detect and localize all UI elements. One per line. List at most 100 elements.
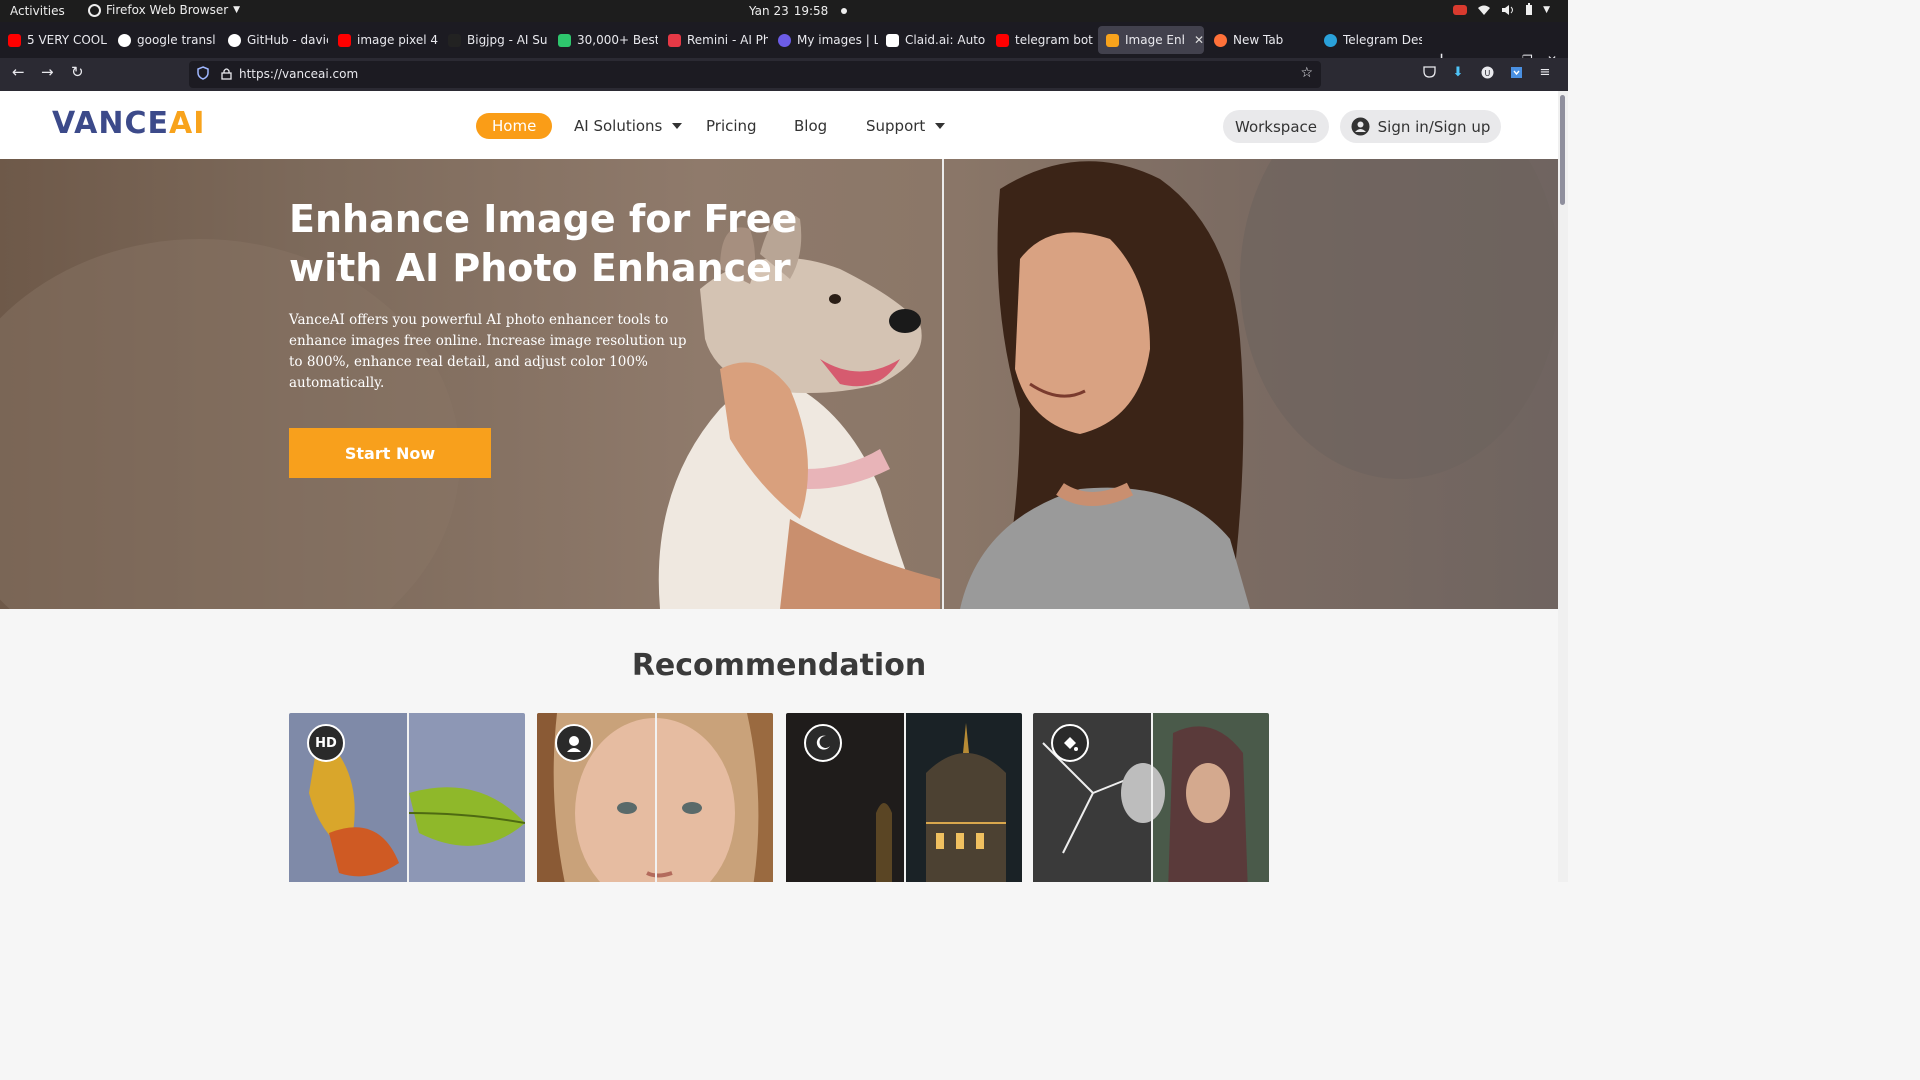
github-icon	[228, 33, 241, 47]
pixabay-icon	[558, 33, 571, 47]
tab-image-enhancer[interactable]: Image Enha ✕	[1098, 26, 1204, 54]
hero-description: VanceAI offers you powerful AI photo enh…	[289, 312, 687, 391]
logo-text-vance: VANCE	[52, 106, 170, 141]
recommendation-card-colorize[interactable]	[1033, 713, 1269, 882]
start-now-label: Start Now	[344, 443, 436, 463]
site-header: VANCEAI Home AI Solutions Pricing Blog S…	[0, 91, 1558, 159]
shield-icon[interactable]	[197, 66, 209, 80]
navigation-bar: ← → ↻ https://vanceai.com ☆ ⬇ U ≡	[0, 58, 1568, 91]
url-bar[interactable]: https://vanceai.com ☆	[189, 61, 1321, 88]
card-divider	[1151, 713, 1153, 882]
before-after-divider[interactable]	[942, 159, 944, 609]
wifi-icon	[1478, 5, 1491, 15]
hero-banner: Enhance Image for Free with AI Photo Enh…	[0, 159, 1558, 609]
system-tray[interactable]: ▼	[1453, 3, 1550, 16]
hd-icon: HD	[307, 724, 345, 762]
youtube-icon	[8, 33, 21, 47]
volume-icon	[1502, 4, 1514, 15]
url-text[interactable]: https://vanceai.com	[239, 67, 358, 81]
activities-button[interactable]: Activities	[10, 4, 65, 18]
app-menu[interactable]: Firefox Web Browser ▼	[88, 3, 240, 17]
clock-date: Yan 23	[749, 4, 789, 18]
caret-down-icon	[935, 123, 946, 129]
lock-icon[interactable]	[221, 67, 232, 80]
screen-record-icon	[1453, 4, 1468, 15]
firefox-icon	[1214, 33, 1227, 47]
nav-support-label: Support	[866, 117, 926, 135]
recommendation-card-night[interactable]	[786, 713, 1022, 882]
nav-ai-solutions-label: AI Solutions	[574, 117, 663, 135]
page-scrollbar[interactable]	[1558, 91, 1568, 882]
battery-icon	[1526, 3, 1533, 15]
google-icon	[118, 33, 131, 47]
nav-blog[interactable]: Blog	[794, 113, 827, 139]
tab-label: Bigjpg - AI Su	[467, 33, 548, 47]
tab-label: GitHub - davic	[247, 33, 328, 47]
tab-label: Telegram Des	[1343, 33, 1422, 47]
tab-image-pixel[interactable]: image pixel 4	[330, 26, 438, 54]
nav-pricing[interactable]: Pricing	[706, 113, 757, 139]
colorize-icon	[1051, 724, 1089, 762]
tab-label: Claid.ai: Auto	[905, 33, 986, 47]
user-avatar-icon	[1351, 117, 1370, 136]
pocket-icon[interactable]	[1422, 65, 1436, 79]
tab-pixabay[interactable]: 30,000+ Best	[550, 26, 658, 54]
recommendation-card-hd[interactable]: HD	[289, 713, 525, 882]
scrollbar-thumb[interactable]	[1560, 95, 1565, 205]
tab-label: google transl	[137, 33, 216, 47]
tab-label: New Tab	[1233, 33, 1284, 47]
card-divider	[904, 713, 906, 882]
ublock-icon[interactable]: U	[1480, 65, 1494, 79]
clock[interactable]: Yan 23 19:58	[749, 4, 848, 18]
extension-save-icon[interactable]	[1509, 65, 1523, 79]
tab-new-tab[interactable]: New Tab	[1206, 26, 1314, 54]
portrait-icon	[555, 724, 593, 762]
tab-bigjpg[interactable]: Bigjpg - AI Su	[440, 26, 548, 54]
nav-home[interactable]: Home	[476, 113, 553, 139]
telegram-icon	[1324, 33, 1337, 47]
bookmark-star-icon[interactable]: ☆	[1300, 65, 1313, 81]
logo-text-ai: AI	[169, 106, 206, 141]
sign-in-button[interactable]: Sign in/Sign up	[1340, 110, 1501, 143]
letsenhance-icon	[778, 33, 791, 47]
firefox-icon	[88, 3, 101, 17]
nav-support[interactable]: Support	[866, 113, 946, 139]
back-button[interactable]: ←	[12, 65, 25, 80]
downloads-icon[interactable]: ⬇	[1451, 65, 1465, 80]
workspace-button[interactable]: Workspace	[1223, 110, 1329, 143]
tab-remini[interactable]: Remini - AI Ph	[660, 26, 768, 54]
tab-claid[interactable]: Claid.ai: Auto	[878, 26, 986, 54]
tab-google-translate[interactable]: google transl	[110, 26, 218, 54]
start-now-button[interactable]: Start Now	[289, 428, 491, 478]
reload-button[interactable]: ↻	[71, 65, 84, 80]
tab-label: Image Enha	[1125, 33, 1184, 47]
hamburger-menu-icon[interactable]: ≡	[1538, 65, 1552, 80]
clock-time: 19:58	[793, 4, 829, 18]
tab-telegram-desktop[interactable]: Telegram Des	[1316, 26, 1422, 54]
hd-badge-label: HD	[315, 735, 337, 751]
tab-my-images[interactable]: My images | L	[770, 26, 878, 54]
app-name: Firefox Web Browser	[106, 3, 229, 17]
workspace-label: Workspace	[1235, 117, 1317, 136]
bigjpg-icon	[448, 33, 461, 47]
vanceai-logo[interactable]: VANCEAI	[52, 106, 205, 141]
tab-label: telegram bot	[1015, 33, 1093, 47]
tab-5-very-cool[interactable]: 5 VERY COOL	[0, 26, 110, 54]
tab-label: 5 VERY COOL	[27, 33, 107, 47]
nav-ai-solutions[interactable]: AI Solutions	[574, 113, 683, 139]
web-page: VANCEAI Home AI Solutions Pricing Blog S…	[0, 91, 1558, 882]
nav-blog-label: Blog	[794, 117, 828, 135]
system-top-bar: Activities Firefox Web Browser ▼ Yan 23 …	[0, 0, 1568, 22]
svg-text:U: U	[1484, 69, 1490, 78]
hero-title: Enhance Image for Free with AI Photo Enh…	[289, 197, 798, 290]
chevron-down-icon: ▼	[1543, 4, 1550, 15]
tab-strip: 5 VERY COOL google transl GitHub - davic…	[0, 22, 1568, 69]
claid-icon	[886, 33, 899, 47]
tab-telegram-bot[interactable]: telegram bot	[988, 26, 1096, 54]
tab-label: My images | L	[797, 33, 878, 47]
forward-button[interactable]: →	[41, 65, 54, 80]
recommendation-card-portrait[interactable]	[537, 713, 773, 882]
vanceai-icon	[1106, 33, 1119, 47]
close-icon[interactable]: ✕	[1194, 33, 1204, 47]
tab-github[interactable]: GitHub - davic	[220, 26, 328, 54]
